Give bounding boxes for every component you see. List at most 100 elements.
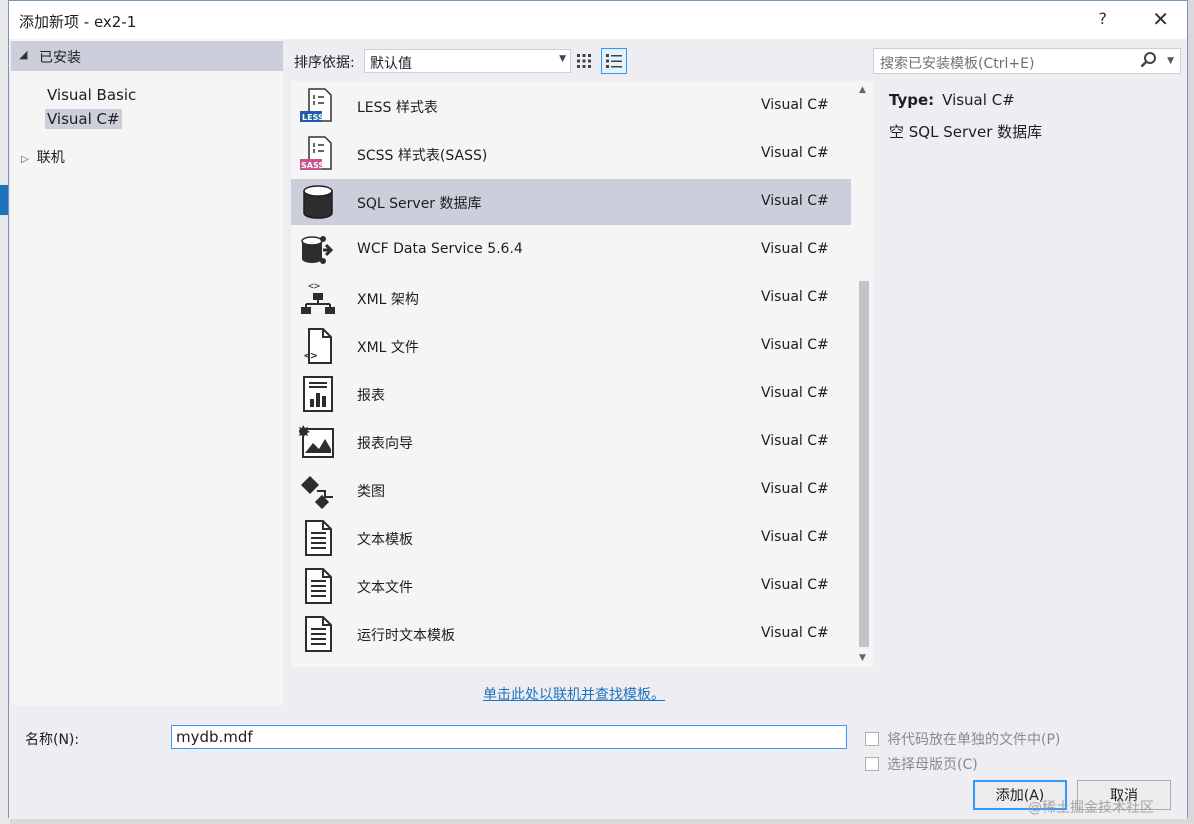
watermark: @稀土掘金技术社区 (1028, 800, 1154, 816)
xml-schema-icon: <> (299, 279, 337, 317)
master-page-label: 选择母版页(C) (887, 757, 978, 773)
template-row[interactable]: SASS SCSS 样式表(SASS) Visual C# (291, 131, 851, 177)
background-window-accent (0, 185, 8, 215)
template-language: Visual C# (761, 577, 829, 593)
template-name: LESS 样式表 (357, 100, 438, 116)
template-row[interactable]: 文本文件 Visual C# (291, 563, 851, 609)
class-diagram-icon (299, 471, 337, 510)
database-icon (299, 183, 337, 221)
report-wizard-icon (297, 423, 337, 461)
template-row[interactable]: 报表向导 Visual C# (291, 419, 851, 465)
svg-text:SASS: SASS (301, 161, 324, 170)
name-label: 名称(N): (25, 732, 80, 748)
sort-by-value: 默认值 (370, 56, 412, 72)
tree-node-online[interactable]: ▷ 联机 (21, 147, 65, 167)
scroll-down-icon[interactable]: ▼ (859, 653, 866, 663)
template-row[interactable]: <> XML 文件 Visual C# (291, 323, 851, 369)
template-category-tree: ◢ 已安装 Visual Basic Visual C# ▷ 联机 (11, 39, 283, 705)
template-list: LESS LESS 样式表 Visual C# SASS SCSS 样式表(SASS) V… (291, 81, 873, 667)
list-view-icon (606, 54, 622, 68)
svg-text:<>: <> (304, 349, 318, 362)
text-template-icon (299, 519, 337, 557)
separate-file-option[interactable]: 将代码放在单独的文件中(P) (865, 729, 1060, 749)
runtime-text-template-icon (299, 615, 337, 653)
template-row[interactable]: WCF Data Service 5.6.4 Visual C# (291, 227, 851, 273)
template-row[interactable]: LESS LESS 样式表 Visual C# (291, 83, 851, 129)
tree-node-installed[interactable]: ◢ 已安装 (11, 41, 283, 71)
expand-triangle-icon[interactable]: ▷ (21, 154, 29, 165)
template-name: XML 架构 (357, 292, 419, 308)
detail-type-label: Type: (889, 91, 935, 109)
search-icon[interactable] (1140, 51, 1158, 69)
dialog-footer: 名称(N): mydb.mdf 将代码放在单独的文件中(P) 选择母版页(C) … (9, 707, 1187, 819)
scroll-up-icon[interactable]: ▲ (859, 85, 866, 95)
template-list-scrollbar[interactable]: ▲ ▼ (855, 81, 873, 667)
template-name: WCF Data Service 5.6.4 (357, 241, 523, 257)
template-row[interactable]: 运行时文本模板 Visual C# (291, 611, 851, 657)
text-file-icon (299, 567, 337, 605)
list-view-button[interactable] (601, 48, 627, 74)
dropdown-arrow-icon: ▼ (559, 54, 566, 64)
detail-type-value: Visual C# (942, 91, 1015, 109)
template-row[interactable]: <> XML 架构 Visual C# (291, 275, 851, 321)
help-button[interactable]: ? (1099, 9, 1108, 28)
name-input[interactable]: mydb.mdf (171, 725, 847, 749)
report-icon (299, 375, 337, 413)
template-name: 类图 (357, 484, 385, 500)
template-name: SCSS 样式表(SASS) (357, 148, 488, 164)
separate-file-label: 将代码放在单独的文件中(P) (887, 732, 1061, 748)
search-installed-templates-input[interactable]: 搜索已安装模板(Ctrl+E) ▼ (873, 48, 1181, 74)
template-name: SQL Server 数据库 (357, 196, 482, 212)
find-templates-online-link[interactable]: 单击此处以联机并查找模板。 (483, 684, 665, 704)
add-new-item-dialog: 添加新项 - ex2-1 ? ✕ ◢ 已安装 Visual Basic Visu… (8, 0, 1188, 819)
template-language: Visual C# (761, 97, 829, 113)
master-page-checkbox[interactable] (865, 757, 879, 771)
svg-text:<>: <> (308, 281, 320, 292)
template-row[interactable]: 文本模板 Visual C# (291, 515, 851, 561)
template-name: 报表向导 (357, 436, 413, 452)
template-language: Visual C# (761, 289, 829, 305)
data-service-icon (299, 231, 337, 269)
template-row[interactable]: 类图 Visual C# (291, 467, 851, 513)
tree-item-visual-basic[interactable]: Visual Basic (45, 85, 138, 105)
template-language: Visual C# (761, 481, 829, 497)
template-language: Visual C# (761, 241, 829, 257)
sort-by-label: 排序依据: (294, 55, 355, 71)
template-name: 文本文件 (357, 580, 413, 596)
installed-label: 已安装 (39, 50, 81, 66)
online-label: 联机 (36, 150, 65, 166)
window-title: 添加新项 - ex2-1 (19, 13, 137, 31)
template-language: Visual C# (761, 529, 829, 545)
detail-description: 空 SQL Server 数据库 (889, 123, 1043, 141)
template-language: Visual C# (761, 193, 829, 209)
detail-type: Type: Visual C# (889, 91, 1015, 109)
grid-view-icon (577, 54, 591, 68)
search-options-dropdown-icon[interactable]: ▼ (1167, 56, 1174, 66)
sort-by-select[interactable]: 默认值 ▼ (364, 49, 571, 73)
template-name: 报表 (357, 388, 385, 404)
xml-file-icon: <> (299, 327, 337, 365)
template-language: Visual C# (761, 337, 829, 353)
master-page-option[interactable]: 选择母版页(C) (865, 754, 978, 774)
template-language: Visual C# (761, 433, 829, 449)
title-bar: 添加新项 - ex2-1 ? ✕ (9, 1, 1187, 39)
template-row[interactable]: 报表 Visual C# (291, 371, 851, 417)
separate-file-checkbox[interactable] (865, 732, 879, 746)
template-name: XML 文件 (357, 340, 419, 356)
svg-text:LESS: LESS (302, 113, 324, 122)
grid-view-button[interactable] (571, 48, 597, 74)
template-language: Visual C# (761, 625, 829, 641)
template-language: Visual C# (761, 145, 829, 161)
tree-item-visual-csharp[interactable]: Visual C# (45, 109, 122, 129)
template-name: 文本模板 (357, 532, 413, 548)
template-row[interactable]: SQL Server 数据库 Visual C# (291, 179, 851, 225)
scrollbar-thumb[interactable] (859, 281, 869, 647)
scss-stylesheet-icon: SASS (299, 135, 337, 173)
search-placeholder: 搜索已安装模板(Ctrl+E) (880, 56, 1035, 72)
template-language: Visual C# (761, 385, 829, 401)
close-button[interactable]: ✕ (1152, 7, 1169, 31)
collapse-triangle-icon[interactable]: ◢ (19, 48, 27, 61)
template-rows: LESS LESS 样式表 Visual C# SASS SCSS 样式表(SASS) V… (291, 81, 851, 667)
template-name: 运行时文本模板 (357, 628, 455, 644)
less-stylesheet-icon: LESS (299, 87, 337, 125)
